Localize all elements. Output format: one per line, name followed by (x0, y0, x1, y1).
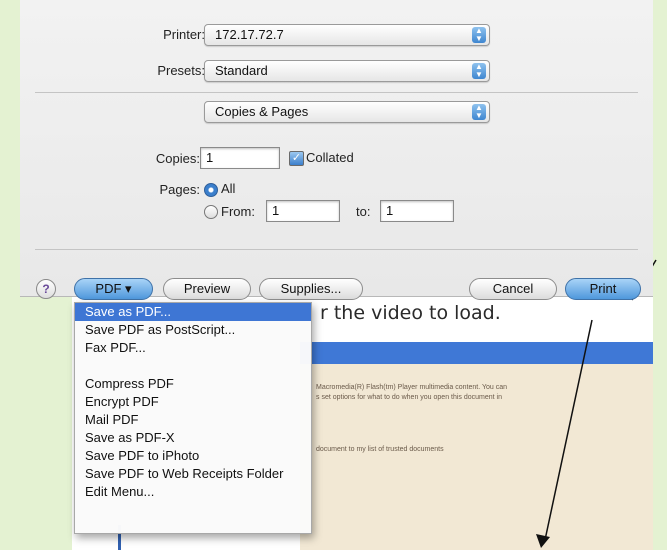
popup-arrows-icon: ▲ ▼ (472, 104, 486, 120)
collated-checkbox[interactable]: ✓ (289, 151, 304, 166)
preview-button[interactable]: Preview (163, 278, 251, 300)
pages-from-value: 1 (272, 203, 280, 218)
menu-item-label: Save PDF as PostScript... (85, 322, 236, 337)
menu-item-edit-menu[interactable]: Edit Menu... (75, 483, 311, 501)
menu-item-mail-pdf[interactable]: Mail PDF (75, 411, 311, 429)
menu-item-save-as-pdf-x[interactable]: Save as PDF-X (75, 429, 311, 447)
presets-value: Standard (215, 63, 268, 78)
printer-label: Printer: (163, 27, 205, 42)
pdf-menu-button[interactable]: PDF ▾ (74, 278, 153, 300)
section-value: Copies & Pages (215, 104, 309, 119)
supplies-button[interactable]: Supplies... (259, 278, 363, 300)
copies-label: Copies: (155, 151, 200, 166)
pages-from-radio[interactable] (204, 205, 218, 219)
cancel-button[interactable]: Cancel (469, 278, 557, 300)
menu-item-label: Encrypt PDF (85, 394, 159, 409)
pdf-dropdown-menu: Save as PDF... Save PDF as PostScript...… (74, 302, 312, 534)
pages-to-label: to: (356, 204, 371, 219)
menu-item-label: Mail PDF (85, 412, 139, 427)
pages-label: Pages: (159, 182, 200, 197)
copies-value: 1 (206, 150, 214, 165)
menu-item-label: Edit Menu... (85, 484, 155, 499)
arrow-head (536, 534, 550, 548)
menu-item-save-as-pdf[interactable]: Save as PDF... (75, 303, 311, 321)
menu-item-label: Save PDF to Web Receipts Folder (85, 466, 284, 481)
presets-label: Presets: (157, 63, 205, 78)
printer-popup[interactable]: 172.17.72.7 ▲ ▼ (204, 24, 490, 46)
popup-arrows-icon: ▲ ▼ (472, 63, 486, 79)
copies-field[interactable]: 1 (200, 147, 280, 169)
print-dialog: Printer: 172.17.72.7 ▲ ▼ Presets: Standar… (20, 0, 653, 300)
presets-popup[interactable]: Standard ▲ ▼ (204, 60, 490, 82)
menu-item-label: Save as PDF... (85, 304, 171, 319)
menu-item-label: Save as PDF-X (85, 430, 175, 445)
popup-arrows-icon: ▲ ▼ (472, 27, 486, 43)
menu-item-label: Save PDF to iPhoto (85, 448, 200, 463)
pages-all-radio[interactable] (204, 183, 218, 197)
pages-from-label: From: (221, 204, 255, 219)
menu-item-save-pdf-to-web-receipts[interactable]: Save PDF to Web Receipts Folder (75, 465, 311, 483)
menu-item-label: Compress PDF (85, 376, 174, 391)
menu-item-label: Fax PDF... (85, 340, 146, 355)
menu-item-fax-pdf[interactable]: Fax PDF... (75, 339, 311, 357)
menu-item-save-pdf-as-postscript[interactable]: Save PDF as PostScript... (75, 321, 311, 339)
pages-from-field[interactable]: 1 (266, 200, 340, 222)
pages-to-field[interactable]: 1 (380, 200, 454, 222)
help-button[interactable]: ? (36, 279, 56, 299)
copies-pages-popup[interactable]: Copies & Pages ▲ ▼ (204, 101, 490, 123)
separator (35, 92, 638, 93)
menu-item-compress-pdf[interactable]: Compress PDF (75, 375, 311, 393)
pages-to-value: 1 (386, 203, 394, 218)
printer-value: 172.17.72.7 (215, 27, 284, 42)
arrow-line (544, 319, 593, 541)
pages-all-label: All (221, 181, 236, 196)
print-button[interactable]: Print (565, 278, 641, 300)
menu-item-save-pdf-to-iphoto[interactable]: Save PDF to iPhoto (75, 447, 311, 465)
menu-item-encrypt-pdf[interactable]: Encrypt PDF (75, 393, 311, 411)
collated-label: Collated (306, 150, 354, 165)
separator (35, 249, 638, 250)
